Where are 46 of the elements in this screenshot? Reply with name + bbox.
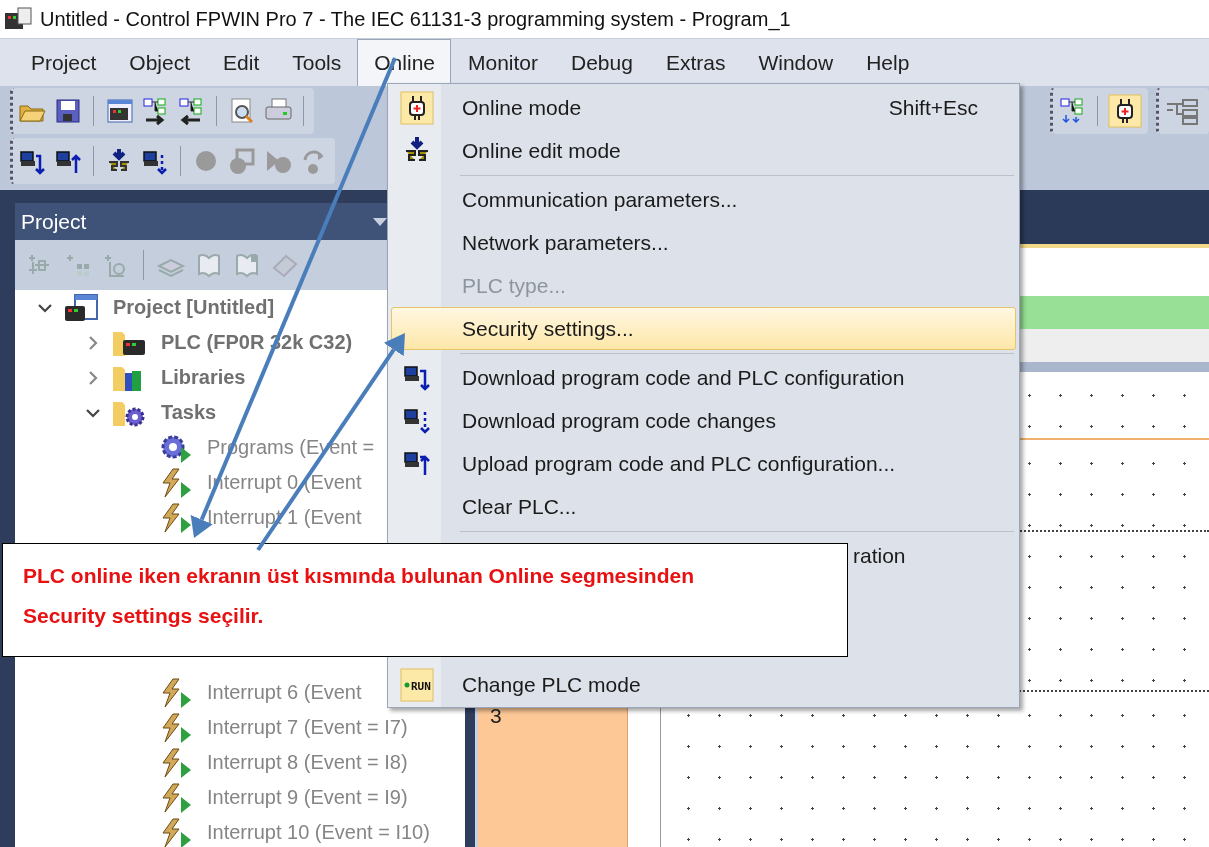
tree-item[interactable]: Libraries [161,366,246,389]
tree-item[interactable]: Project [Untitled] [113,296,275,319]
lightning-play-icon [159,747,193,778]
menu-item[interactable]: ration [852,534,907,577]
menu-bar-item[interactable]: Help [849,39,926,86]
menu-bar-item[interactable]: Tools [275,39,358,86]
annotation-text: PLC online iken ekranın üst kısmında bulunan Online segmesinden Security settings seçilir. [23,563,695,629]
tree-item[interactable]: Interrupt 8 (Event = I8) [207,751,408,774]
menu-bar-item[interactable]: Object [112,39,207,86]
menu-bar-item[interactable]: Window [741,39,850,86]
tree-item[interactable]: Tasks [161,401,217,424]
tree-item[interactable]: Interrupt 9 (Event = I9) [207,786,408,809]
plc-window-icon[interactable] [104,96,134,126]
menu-item[interactable]: Download program code changes [391,399,1016,442]
panel-title: Project [21,209,87,234]
menu-bar-item[interactable]: Project [14,39,113,86]
tree-item[interactable]: Interrupt 6 (Event [207,681,362,704]
shortcut-label: Shift+Esc [888,95,978,120]
lightning-play-icon [159,817,193,847]
dropdown-icon[interactable] [372,216,388,227]
menu-item[interactable]: Security settings... [391,307,1016,350]
menu-bar-item[interactable]: Monitor [451,39,554,86]
plc-window-icon [63,292,99,323]
lightning-play-icon [159,467,193,498]
lightning-play-icon [159,782,193,813]
lightning-play-icon [159,502,193,533]
menu-item[interactable]: Online edit mode [391,129,1016,172]
menu-item[interactable]: Communication parameters... [391,178,1016,221]
plug-icon[interactable] [1108,94,1142,128]
menu-item[interactable]: Upload program code and PLC configuration... [391,442,1016,485]
app-icon [4,7,32,31]
menu-item[interactable]: Online mode Shift+Esc [391,86,1016,129]
menu-bar-item[interactable]: Debug [554,39,649,86]
lightning-play-icon [159,712,193,743]
menu-item[interactable]: Download program code and PLC configuration [391,356,1016,399]
run-mode-icon: RUN [400,667,434,702]
lightning-play-icon [159,677,193,708]
menu-item[interactable]: Network parameters... [391,221,1016,264]
menu-bar-item[interactable]: Extras [648,39,742,86]
tree-item[interactable]: Interrupt 7 (Event = I7) [207,716,408,739]
menu-item[interactable]: Clear PLC... [391,485,1016,528]
menu-bar-item[interactable]: Edit [206,39,276,86]
stop-icon[interactable] [227,146,257,176]
window-title: Untitled - Control FPWIN Pro 7 - The IEC 61131-3 programming system - Program_1 [40,7,791,31]
save-icon[interactable] [53,96,83,126]
tree-item[interactable]: Interrupt 10 (Event = I10) [207,821,430,844]
